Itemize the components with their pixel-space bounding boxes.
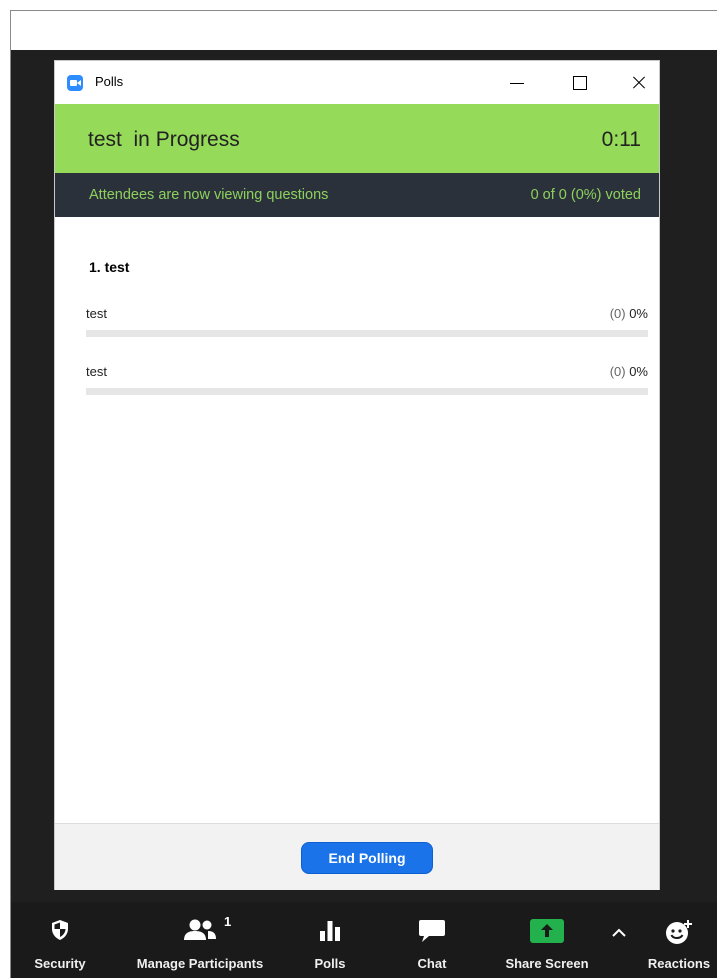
security-label: Security [34,956,86,971]
security-button[interactable]: Security [25,902,95,978]
maximize-button[interactable] [557,61,601,104]
participants-count-badge: 1 [224,914,232,929]
shield-icon [52,920,68,940]
reactions-label: Reactions [647,956,711,971]
answer-result: (0) 0% [610,306,648,321]
window-titlebar: Polls [55,61,659,104]
poll-status-title: test in Progress [88,128,240,151]
chevron-up-icon [612,928,626,937]
answer-label: test [86,364,107,379]
answer-count: (0) [609,306,626,321]
answer-progress-track [86,330,648,337]
question-title: 1. test [89,259,130,275]
answer-result: (0) 0% [610,364,648,379]
answer-row: test (0) 0% [86,306,648,346]
polls-button[interactable]: Polls [303,902,357,978]
manage-participants-button[interactable]: 1 Manage Participants [123,902,277,978]
poll-footer: End Polling [55,823,659,890]
poll-chart-icon [320,921,340,941]
polls-label: Polls [314,956,346,971]
answer-progress-track [86,388,648,395]
answer-row: test (0) 0% [86,364,648,404]
attendee-status-text: Attendees are now viewing questions [89,187,329,203]
answer-label: test [86,306,107,321]
window-title: Polls [95,74,124,89]
polls-window: Polls test in Progress 0:11 Attendees ar… [54,60,660,890]
poll-status-bar: test in Progress 0:11 [55,104,659,173]
answer-count: (0) [609,364,626,379]
emoji-add-icon [666,920,692,944]
answer-percent: 0% [629,306,648,321]
reactions-button[interactable]: Reactions [641,902,717,978]
participants-icon [184,919,216,940]
manage-participants-label: Manage Participants [136,956,264,971]
vote-count-text: 0 of 0 (0%) voted [530,187,641,203]
chat-bubble-icon [419,920,445,942]
share-screen-icon [530,919,564,943]
chat-button[interactable]: Chat [405,902,459,978]
meeting-toolbar: Security 1 Manage Participants Polls Cha… [11,902,717,978]
poll-info-bar: Attendees are now viewing questions 0 of… [55,173,659,217]
minimize-button[interactable] [495,61,539,104]
share-screen-button[interactable]: Share Screen [493,902,601,978]
zoom-app-icon [67,75,83,91]
share-screen-label: Share Screen [505,956,589,971]
poll-timer: 0:11 [601,128,641,151]
poll-content: 1. test test (0) 0% test (0) 0% [55,217,659,823]
end-polling-button[interactable]: End Polling [301,842,433,874]
answer-percent: 0% [629,364,648,379]
chat-label: Chat [417,956,447,971]
close-button[interactable] [617,61,661,104]
share-options-button[interactable] [607,902,631,978]
